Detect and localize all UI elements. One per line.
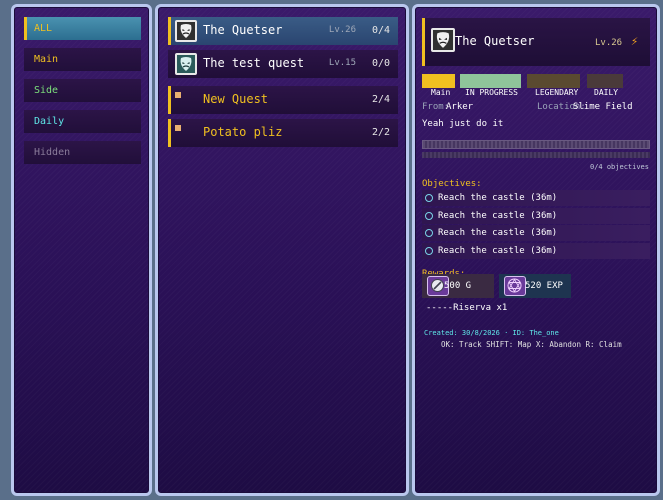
control-hints: OK: Track SHIFT: Map X: Abandon R: Claim [441,340,622,349]
detail-header: The Quetser Lv.26 ⚡ [422,18,650,66]
tag-type-swatch [587,74,623,88]
reward-gold: 500 G [422,274,494,298]
tag-rarity-label: LEGENDARY [535,88,579,97]
quest-marker-icon [175,125,181,131]
objective-row: Reach the castle (36m) [422,243,650,259]
location-value: Slime Field [573,102,633,112]
mask-icon [175,20,197,42]
progress-track [422,152,650,158]
category-label: Main [34,54,59,65]
category-label: Daily [34,116,65,127]
quest-list-window: The Quetser Lv.26 0/4 The test quest Lv.… [155,4,409,496]
reward-exp: 520 EXP [499,274,571,298]
category-label: ALL [34,23,53,34]
quest-row[interactable]: Potato pliz 2/2 [168,119,398,147]
objective-text: Reach the castle (36m) [438,228,558,238]
quest-row[interactable]: The Quetser Lv.26 0/4 [168,17,398,45]
quest-name: New Quest [203,92,269,106]
objectives-header: Objectives: [422,179,482,189]
mask-icon [175,53,197,75]
category-window: ALL Main Side Daily Hidden [11,4,152,496]
quest-progress: 2/2 [371,127,390,138]
objective-circle-icon [425,212,433,220]
objective-text: Reach the castle (36m) [438,246,558,256]
tag-main-label: Main [431,88,451,97]
detail-title: The Quetser [455,34,535,48]
selection-bar [168,17,171,45]
category-daily[interactable]: Daily [24,110,141,133]
quest-name: The Quetser [203,23,283,37]
category-main[interactable]: Main [24,48,141,71]
quest-detail-window: The Quetser Lv.26 ⚡ Main IN PROGRESS LEG… [412,4,660,496]
quest-marker-bar [168,119,171,147]
reward-label: 520 EXP [525,281,563,291]
mask-icon [431,28,455,52]
quest-name: Potato pliz [203,125,283,139]
objective-circle-icon [425,194,433,202]
progress-bar [422,140,650,149]
category-all[interactable]: ALL [24,17,141,40]
quest-level: Lv.26 [328,25,356,35]
tag-main-swatch [422,74,455,88]
from-value: Arker [446,102,474,112]
quest-marker-icon [175,92,181,98]
detail-level: Lv.26 [595,38,623,48]
objectives-count: 0/4 objectives [589,163,649,171]
category-label: Hidden [34,147,71,158]
reward-item: -----Riserva x1 [426,303,508,313]
tag-status-label: IN PROGRESS [465,88,518,97]
category-side[interactable]: Side [24,79,141,102]
objective-text: Reach the castle (36m) [438,193,558,203]
objective-circle-icon [425,229,433,237]
quest-level: Lv.15 [328,58,356,68]
objective-row: Reach the castle (36m) [422,208,650,224]
lightning-icon: ⚡ [631,34,639,48]
reward-label: 500 G [444,281,472,291]
objective-row: Reach the castle (36m) [422,190,650,206]
quest-progress: 2/4 [371,94,390,105]
objective-row: Reach the castle (36m) [422,225,650,241]
quest-row[interactable]: New Quest 2/4 [168,86,398,114]
category-hidden[interactable]: Hidden [24,141,141,164]
objective-text: Reach the castle (36m) [438,211,558,221]
quest-row[interactable]: The test quest Lv.15 0/0 [168,50,398,78]
quest-name: The test quest [203,56,305,70]
quest-progress: 0/0 [371,58,390,69]
category-label: Side [34,85,59,96]
tag-rarity-swatch [527,74,580,88]
quest-meta: Created: 30/8/2026 · ID: The_one [424,329,559,337]
tag-type-label: DAILY [594,88,619,97]
quest-description: Yeah just do it [422,119,504,129]
objective-circle-icon [425,247,433,255]
magic-circle-icon [504,276,526,296]
quest-marker-bar [168,86,171,114]
quest-progress: 0/4 [371,25,390,36]
tag-status-swatch [460,74,521,88]
